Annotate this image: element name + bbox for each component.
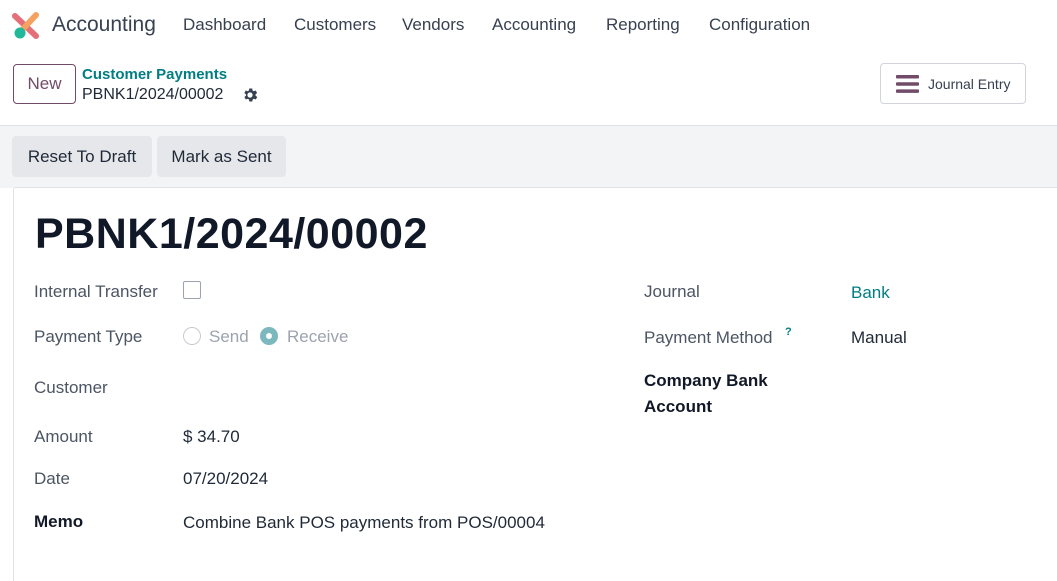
company-bank-account-label-line2: Account	[644, 397, 712, 416]
nav-configuration[interactable]: Configuration	[709, 15, 810, 35]
accounting-app-logo-icon[interactable]	[12, 12, 40, 40]
payment-type-send-label[interactable]: Send	[209, 327, 249, 347]
new-button[interactable]: New	[13, 64, 76, 104]
date-label: Date	[34, 469, 70, 488]
breadcrumb-customer-payments[interactable]: Customer Payments	[82, 66, 227, 83]
payment-method-field[interactable]: Manual	[851, 328, 907, 348]
amount-field[interactable]: $ 34.70	[183, 427, 240, 447]
nav-dashboard[interactable]: Dashboard	[183, 15, 266, 35]
journal-entry-label: Journal Entry	[928, 76, 1011, 92]
payment-type-send-radio[interactable]	[183, 327, 201, 345]
nav-accounting[interactable]: Accounting	[492, 15, 576, 35]
payment-type-receive-label[interactable]: Receive	[287, 327, 348, 347]
hamburger-icon	[896, 75, 919, 93]
app-name[interactable]: Accounting	[52, 13, 156, 37]
mark-as-sent-button[interactable]: Mark as Sent	[157, 136, 286, 177]
reset-to-draft-button[interactable]: Reset To Draft	[12, 136, 152, 177]
memo-label: Memo	[34, 512, 84, 531]
gear-icon[interactable]	[241, 86, 259, 104]
internal-transfer-checkbox[interactable]	[183, 281, 201, 299]
company-bank-account-label-line1: Company Bank	[644, 371, 768, 390]
payment-type-receive-radio[interactable]	[260, 327, 278, 345]
journal-field[interactable]: Bank	[851, 283, 890, 303]
memo-field[interactable]: Combine Bank POS payments from POS/00004	[183, 513, 545, 533]
nav-customers[interactable]: Customers	[294, 15, 376, 35]
date-field[interactable]: 07/20/2024	[183, 469, 268, 489]
breadcrumb-current-record: PBNK1/2024/00002	[82, 86, 224, 103]
top-navbar: Accounting Dashboard Customers Vendors A…	[0, 0, 1057, 50]
record-title: PBNK1/2024/00002	[35, 210, 428, 258]
journal-entry-button[interactable]: Journal Entry	[880, 63, 1026, 104]
status-bar: Reset To Draft Mark as Sent	[0, 126, 1057, 188]
control-panel: New Customer Payments PBNK1/2024/00002 J…	[0, 50, 1057, 126]
help-tooltip-icon[interactable]: ?	[785, 326, 792, 338]
payment-method-label: Payment Method	[644, 328, 773, 347]
customer-label: Customer	[34, 378, 108, 397]
internal-transfer-label: Internal Transfer	[34, 282, 158, 301]
payment-type-label: Payment Type	[34, 327, 143, 346]
journal-label: Journal	[644, 282, 700, 301]
amount-label: Amount	[34, 427, 93, 446]
nav-vendors[interactable]: Vendors	[402, 15, 464, 35]
nav-reporting[interactable]: Reporting	[606, 15, 680, 35]
